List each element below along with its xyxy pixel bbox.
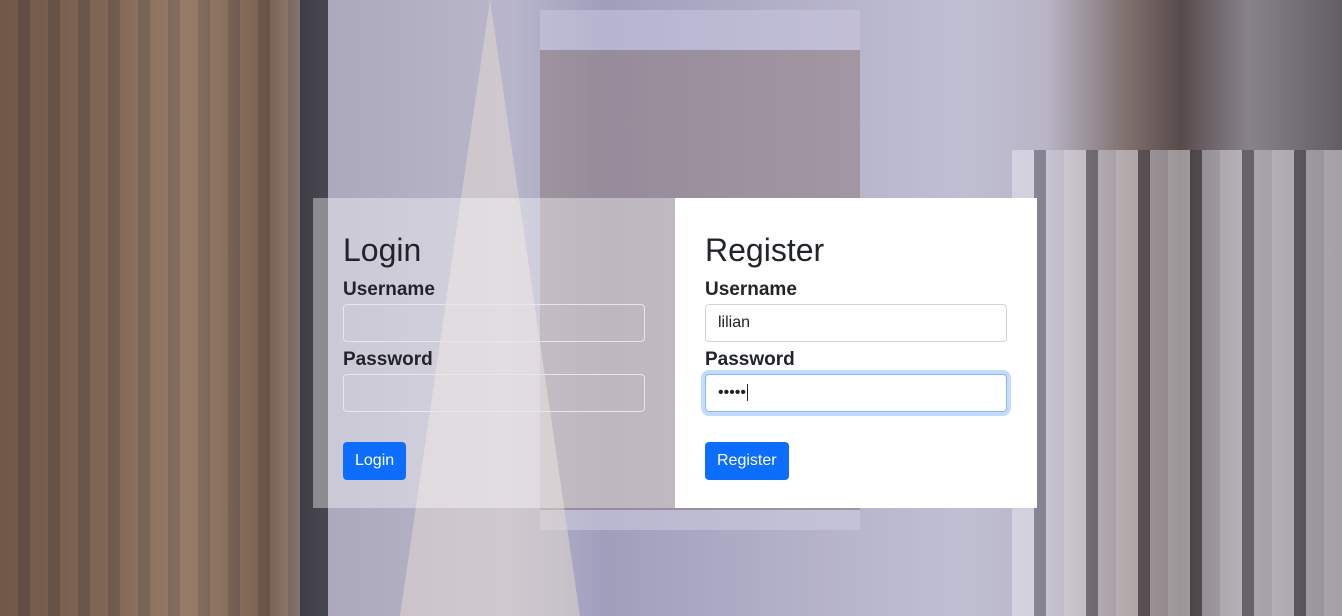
register-password-input[interactable]: ••••• bbox=[705, 374, 1007, 412]
login-title: Login bbox=[343, 232, 422, 268]
register-password-label: Password bbox=[705, 349, 795, 370]
register-password-value: ••••• bbox=[718, 384, 747, 401]
login-panel: Login Username Password Login bbox=[313, 198, 675, 508]
login-password-label: Password bbox=[343, 349, 433, 370]
register-title: Register bbox=[705, 232, 825, 268]
clothing-rack-left bbox=[0, 0, 300, 616]
clothing-rack-right bbox=[1012, 150, 1342, 616]
login-password-input[interactable] bbox=[343, 374, 645, 412]
register-panel: Register Username Password ••••• Registe… bbox=[675, 198, 1037, 508]
text-cursor bbox=[747, 384, 749, 401]
login-username-label: Username bbox=[343, 279, 435, 300]
login-button[interactable]: Login bbox=[343, 442, 407, 480]
register-username-label: Username bbox=[705, 279, 797, 300]
register-username-input[interactable] bbox=[705, 304, 1007, 342]
register-button[interactable]: Register bbox=[705, 442, 789, 480]
login-username-input[interactable] bbox=[343, 304, 645, 342]
